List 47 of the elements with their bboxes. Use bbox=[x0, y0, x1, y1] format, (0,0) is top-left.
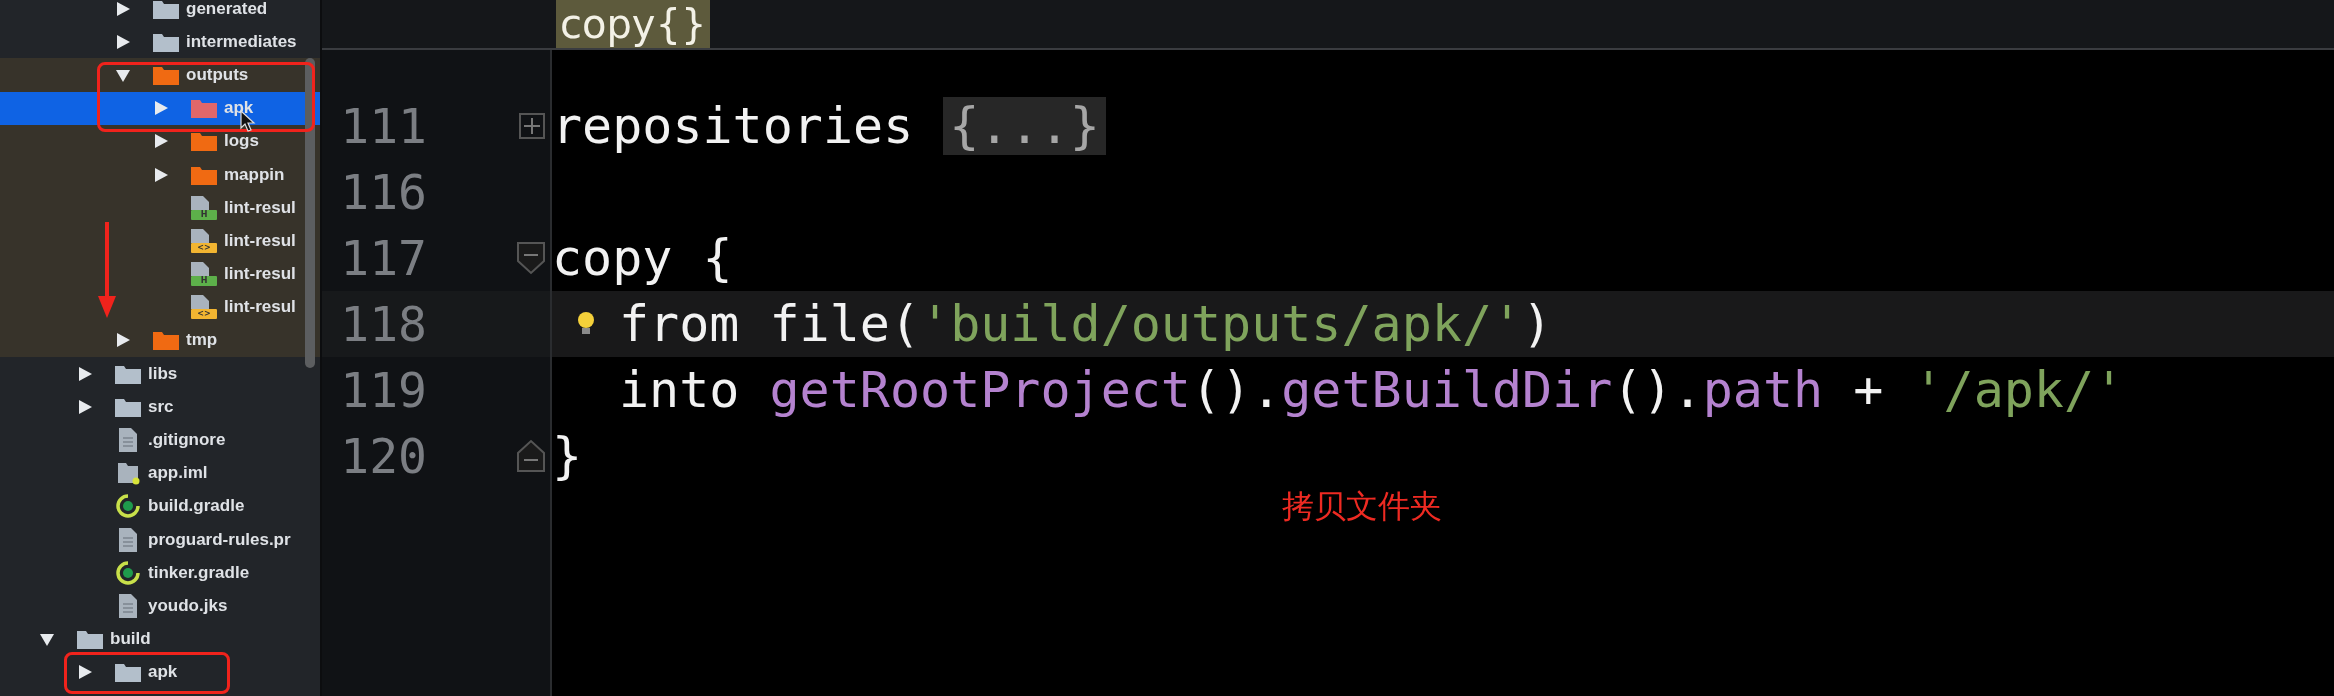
down-arrow-icon bbox=[97, 222, 117, 318]
expand-arrow-icon[interactable] bbox=[153, 166, 169, 183]
file-icon bbox=[191, 228, 209, 243]
line-number: 116 bbox=[339, 164, 427, 220]
line-number: 119 bbox=[339, 362, 427, 418]
code-text: copy { bbox=[552, 229, 733, 287]
file-icon bbox=[191, 195, 209, 210]
collapse-arrow-icon[interactable] bbox=[39, 631, 55, 648]
lightbulb-icon[interactable] bbox=[576, 311, 595, 337]
expand-arrow-icon[interactable] bbox=[115, 0, 131, 17]
collapse-fold-icon[interactable] bbox=[516, 241, 546, 275]
code-text: } bbox=[552, 427, 583, 485]
line-number: 117 bbox=[339, 230, 427, 286]
expand-arrow-icon[interactable] bbox=[115, 332, 131, 349]
code-text: into getRootProject().getBuildDir().path + '/apk/' bbox=[619, 361, 2125, 419]
gradle-icon bbox=[116, 560, 140, 585]
breadcrumb[interactable]: copy{} bbox=[556, 0, 711, 48]
tree-item[interactable]: tmp bbox=[0, 323, 320, 358]
file-icon bbox=[118, 527, 138, 552]
expand-arrow-icon[interactable] bbox=[153, 133, 169, 150]
file-icon bbox=[118, 593, 138, 618]
file-icon bbox=[191, 295, 209, 310]
fold-end-icon[interactable] bbox=[516, 439, 546, 473]
expand-fold-icon[interactable] bbox=[518, 112, 546, 140]
code-text: repositories {...} bbox=[552, 97, 1106, 155]
line-number: 120 bbox=[339, 428, 427, 484]
tree-item[interactable]: mappin bbox=[0, 157, 320, 192]
tree-item[interactable]: H lint-resul bbox=[0, 257, 320, 291]
code-text: from file('build/outputs/apk/') bbox=[619, 295, 1553, 353]
file-badge: H bbox=[191, 209, 217, 220]
tree-item[interactable]: <> lint-resul bbox=[0, 224, 320, 258]
file-badge: <> bbox=[191, 242, 217, 253]
line-number: 111 bbox=[339, 98, 427, 154]
expand-arrow-icon[interactable] bbox=[115, 33, 131, 50]
line-number: 118 bbox=[339, 296, 427, 352]
tree-item[interactable]: H lint-resul bbox=[0, 191, 320, 225]
expand-arrow-icon[interactable] bbox=[77, 365, 93, 382]
file-badge: <> bbox=[191, 309, 217, 320]
gradle-icon bbox=[116, 494, 140, 519]
annotation-text: 拷贝文件夹 bbox=[1282, 486, 1442, 527]
expand-arrow-icon[interactable] bbox=[77, 664, 93, 681]
file-icon bbox=[191, 262, 209, 277]
file-icon bbox=[118, 428, 138, 453]
file-badge: H bbox=[191, 276, 217, 287]
file-icon bbox=[116, 461, 140, 486]
scrollbar-thumb[interactable] bbox=[305, 58, 315, 368]
expand-arrow-icon[interactable] bbox=[77, 398, 93, 415]
